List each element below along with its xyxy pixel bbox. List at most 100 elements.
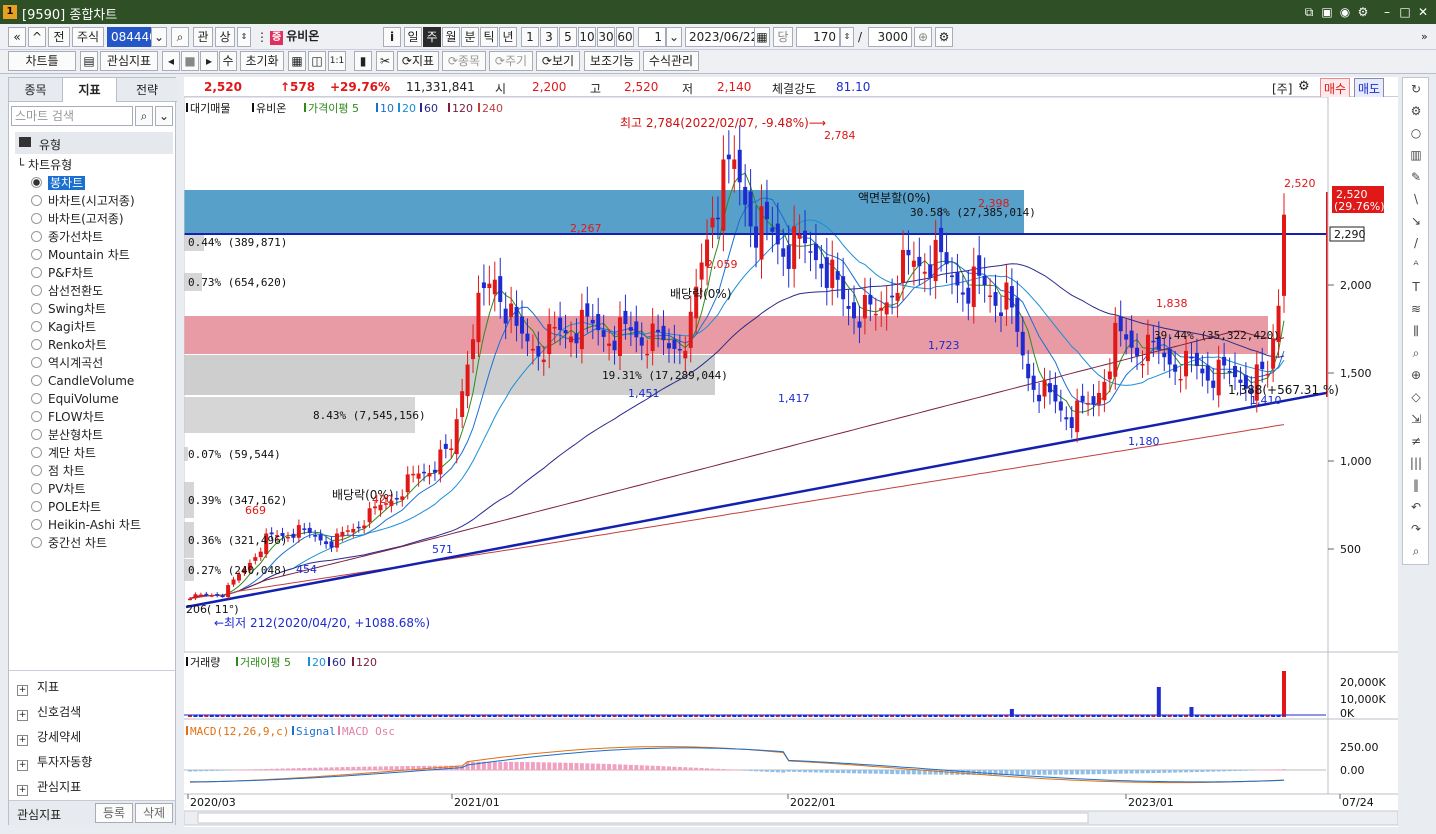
chart-type-item[interactable]: Mountain 차트 (31, 247, 130, 264)
cut-icon[interactable]: ✂ (376, 51, 394, 71)
chart-type-item[interactable]: Heikin-Ashi 차트 (31, 517, 141, 534)
chart-type-group[interactable]: └ 차트유형 (17, 156, 72, 173)
period-minute[interactable]: 분 (461, 27, 479, 47)
fav-indicator-button[interactable]: 관심지표 (100, 51, 158, 71)
radio-icon[interactable] (31, 357, 42, 368)
jongmok-button[interactable]: ⟳종목 (442, 51, 486, 71)
radio-icon[interactable] (31, 285, 42, 296)
stop-icon[interactable]: ■ (181, 51, 199, 71)
chart-frame-button[interactable]: 차트틀 (8, 51, 76, 71)
first-button[interactable]: « (8, 27, 26, 47)
layout-icon[interactable]: ◫ (308, 51, 326, 71)
add-count-icon[interactable]: ⊕ (914, 27, 932, 47)
radio-icon[interactable] (31, 249, 42, 260)
register-button[interactable]: 등록 (95, 803, 133, 823)
sang-button[interactable]: 상 (215, 27, 235, 47)
chart-area[interactable]: 0.44% (389,871) 0.73% (654,620) 30.58% (27… (183, 96, 1399, 827)
search-icon[interactable]: ⌕ (171, 27, 189, 47)
section-item[interactable]: + 관심지표 (17, 778, 81, 796)
refresh-icon[interactable]: ↻ (1407, 80, 1425, 98)
indicator-button[interactable]: ⟳지표 (397, 51, 439, 71)
chart-type-item[interactable]: EquiVolume (31, 391, 119, 408)
link-icon[interactable]: ⧉ (1300, 3, 1318, 21)
section-item[interactable]: + 신호검색 (17, 703, 81, 721)
magnify-icon[interactable]: ⊕ (1407, 366, 1425, 384)
search-icon[interactable]: ⌕ (135, 106, 153, 126)
radio-icon[interactable] (31, 375, 42, 386)
line-icon[interactable]: \ (1407, 190, 1425, 208)
reset-button[interactable]: 초기화 (240, 51, 284, 71)
radio-icon[interactable] (31, 339, 42, 350)
section-item[interactable]: + 지표 (17, 678, 59, 696)
radio-icon[interactable] (31, 465, 42, 476)
formula-manage-button[interactable]: 수식관리 (643, 51, 699, 71)
ratio-icon[interactable]: 1:1 (328, 51, 346, 71)
scroll-right-icon[interactable]: ▸ (200, 51, 218, 71)
sell-button[interactable]: 매도 (1354, 78, 1385, 99)
radio-icon[interactable] (31, 231, 42, 242)
num-3[interactable]: 3 (540, 27, 558, 47)
table-icon[interactable]: ▦ (288, 51, 306, 71)
radio-icon[interactable] (31, 195, 42, 206)
settings-icon[interactable]: ⚙ (1354, 3, 1372, 21)
chart-type-item[interactable]: Renko차트 (31, 337, 107, 354)
camera-icon[interactable]: ◉ (1336, 3, 1354, 21)
radio-icon[interactable] (31, 303, 42, 314)
stock-chart-svg[interactable]: 0.44% (389,871) 0.73% (654,620) 30.58% (27… (183, 96, 1399, 827)
grid-icon[interactable]: ‖ (1407, 476, 1425, 494)
view-button[interactable]: ⟳보기 (536, 51, 580, 71)
period-month[interactable]: 월 (442, 27, 460, 47)
chart-type-item[interactable]: 점 차트 (31, 463, 85, 480)
smart-search-input[interactable]: 스마트 검색 (11, 106, 133, 126)
app-badge[interactable]: 1 (3, 5, 17, 19)
trend-line-icon[interactable]: / (1407, 234, 1425, 252)
radio-icon[interactable] (31, 483, 42, 494)
unit-input[interactable]: 1 (638, 27, 666, 47)
save-icon[interactable]: ▣ (1318, 3, 1336, 21)
dang-button[interactable]: 당 (773, 27, 793, 47)
chart-type-item[interactable]: 바차트(시고저종) (31, 193, 135, 210)
ray-icon[interactable]: ↘ (1407, 212, 1425, 230)
radio-icon[interactable] (31, 393, 42, 404)
auto-icon[interactable]: ᴬ (1407, 256, 1425, 274)
candle-icon[interactable]: ⫼ (1407, 322, 1425, 340)
chart-type-item[interactable]: Swing차트 (31, 301, 106, 318)
prev-button[interactable]: 전 (48, 27, 70, 47)
radio-icon[interactable] (31, 501, 42, 512)
text-icon[interactable]: T (1407, 278, 1425, 296)
expand-icon[interactable]: + (17, 735, 28, 746)
tab-strategy[interactable]: 전략 (117, 78, 177, 102)
tab-indicators[interactable]: 지표 (63, 78, 117, 102)
num-60[interactable]: 60 (616, 27, 634, 47)
radio-icon[interactable] (31, 321, 42, 332)
radio-icon[interactable] (31, 519, 42, 530)
chart-type-item[interactable]: 분산형차트 (31, 427, 103, 444)
settings-icon[interactable]: ⚙ (1407, 102, 1425, 120)
fib-icon[interactable]: ≋ (1407, 300, 1425, 318)
gwan-button[interactable]: 관 (193, 27, 213, 47)
tab-stocks[interactable]: 종목 (9, 78, 63, 102)
chart-type-item[interactable]: P&F차트 (31, 265, 94, 282)
arrow-icon[interactable]: ⇲ (1407, 410, 1425, 428)
vline-icon[interactable]: ||| (1407, 454, 1425, 472)
stock-code-input[interactable]: 084440 (107, 27, 157, 47)
chart-type-item[interactable]: CandleVolume (31, 373, 134, 390)
period-year[interactable]: 년 (499, 27, 517, 47)
section-item[interactable]: + 투자자동향 (17, 753, 92, 771)
market-type-button[interactable]: 주식 (72, 27, 104, 47)
chart-type-item[interactable]: PV차트 (31, 481, 86, 498)
expand-icon[interactable]: + (17, 710, 28, 721)
chart-type-item[interactable]: 삼선전환도 (31, 283, 103, 300)
collapse-icon[interactable]: ⌄ (155, 106, 173, 126)
maximize-icon[interactable]: □ (1396, 3, 1414, 21)
chart-type-item[interactable]: 봉차트 (31, 175, 86, 192)
shape-icon[interactable]: ◇ (1407, 388, 1425, 406)
calendar-icon[interactable]: ▦ (754, 27, 770, 47)
radio-icon[interactable] (31, 537, 42, 548)
bar-chart-icon[interactable]: ▥ (1407, 146, 1425, 164)
prev-list-button[interactable]: ^ (28, 27, 46, 47)
candle-icon[interactable]: ▮ (354, 51, 372, 71)
radio-icon[interactable] (31, 447, 42, 458)
expand-icon[interactable]: + (17, 785, 28, 796)
num-30[interactable]: 30 (597, 27, 615, 47)
